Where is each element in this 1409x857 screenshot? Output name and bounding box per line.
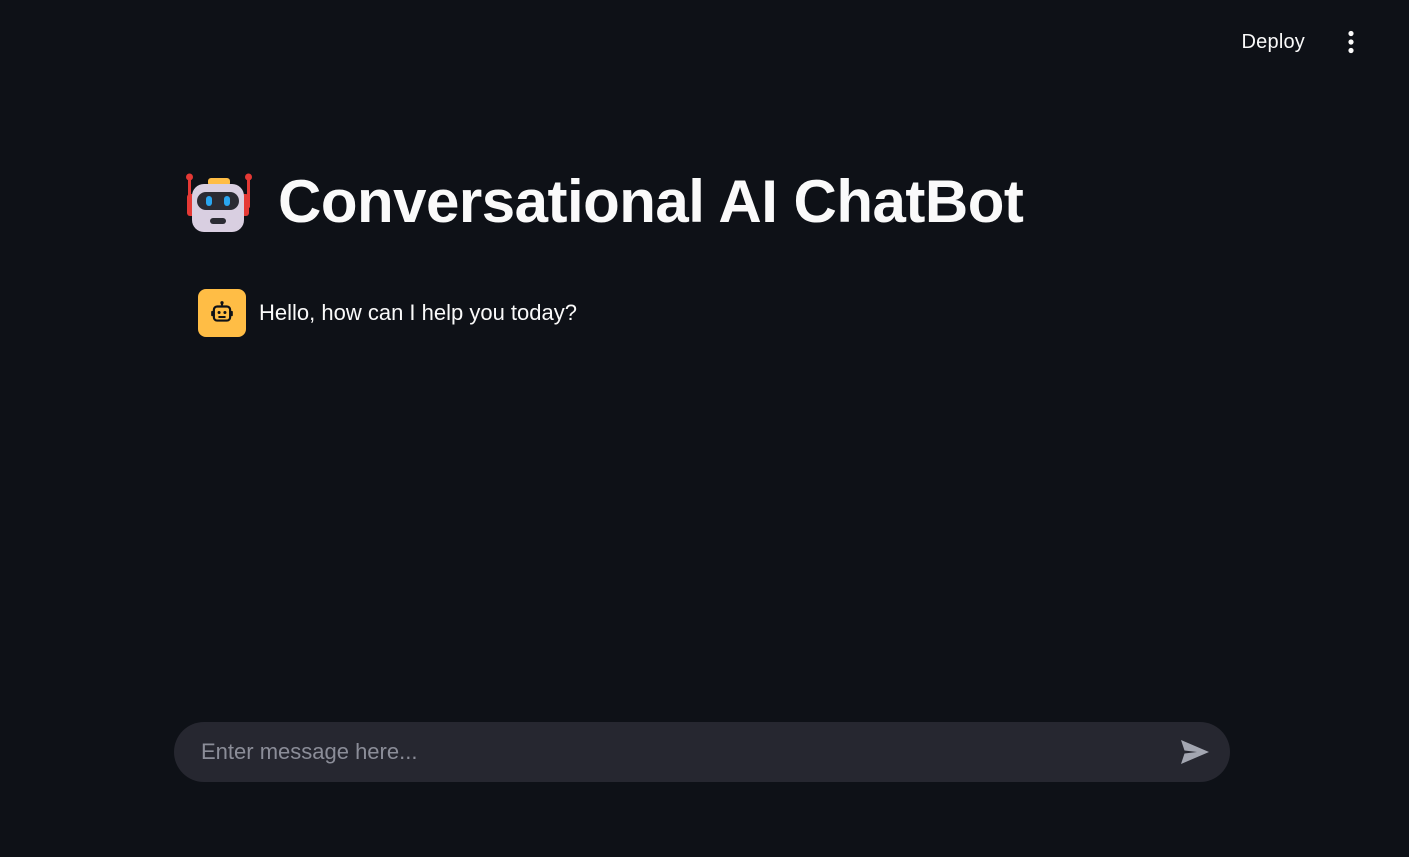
send-button[interactable] — [1174, 731, 1216, 773]
message-text: Hello, how can I help you today? — [259, 300, 577, 325]
chat-message-assistant: Hello, how can I help you today? — [198, 289, 1230, 337]
toolbar: Deploy — [1232, 0, 1409, 84]
chat-input[interactable] — [199, 721, 1174, 783]
assistant-avatar — [198, 289, 246, 337]
chat-input-container — [174, 721, 1230, 783]
robot-icon — [211, 301, 233, 322]
send-icon — [1181, 740, 1209, 764]
robot-face-icon — [184, 168, 252, 236]
vertical-ellipsis-icon — [1348, 30, 1354, 54]
deploy-button[interactable]: Deploy — [1232, 23, 1315, 62]
main-content: Conversational AI ChatBot Hello, how can… — [184, 160, 1230, 337]
main-menu-button[interactable] — [1337, 22, 1365, 62]
page-title: Conversational AI ChatBot — [278, 168, 1024, 235]
title-row: Conversational AI ChatBot — [184, 160, 1230, 244]
